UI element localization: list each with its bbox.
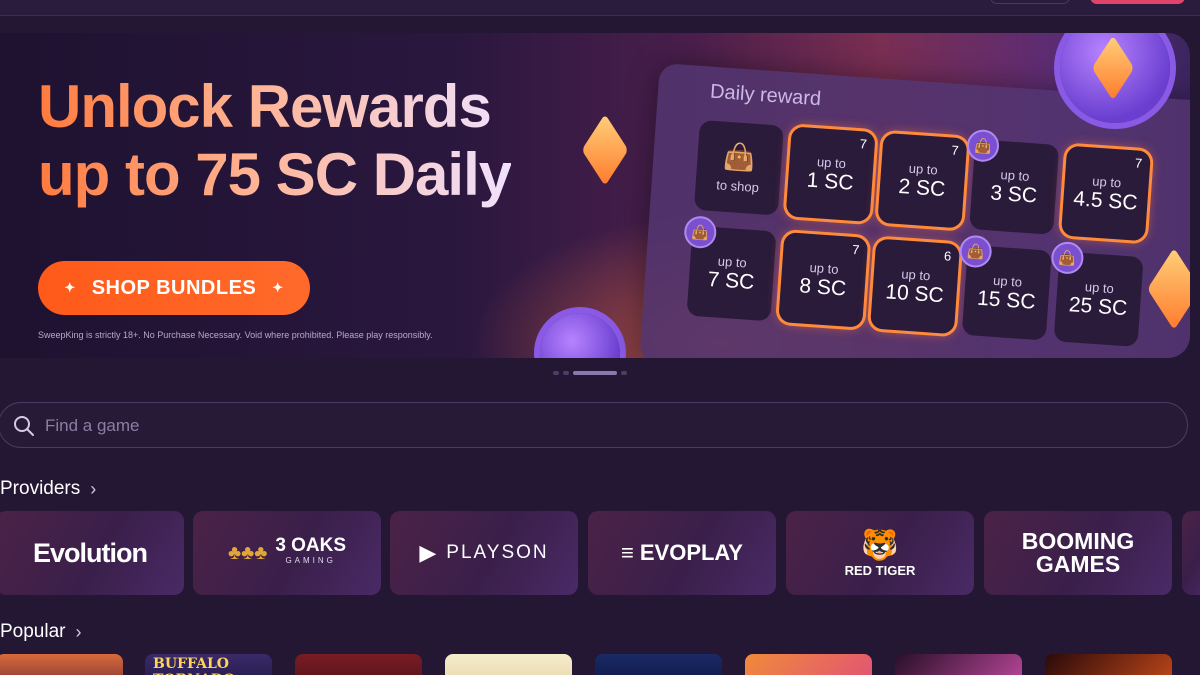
provider-card-evoplay[interactable]: ≡ EVOPLAY — [588, 511, 776, 595]
3-oaks-gaming: GAMING — [285, 556, 336, 565]
reward-tile[interactable]: 7 up to 8 SC — [778, 232, 869, 328]
shopping-bag-icon: 👜 — [722, 140, 757, 173]
carousel-dot[interactable] — [563, 371, 569, 375]
3-oaks-name: 3 OAKS — [275, 535, 347, 556]
game-tile[interactable] — [895, 654, 1022, 675]
reward-tile[interactable]: 👜 up to 15 SC — [958, 234, 1052, 341]
3-oaks-wordmark: 3 OAKS GAMING — [275, 535, 347, 568]
reward-amount: 10 SC — [884, 279, 945, 307]
shopping-bag-icon: 👜 — [958, 234, 993, 269]
reward-amount: 2 SC — [897, 174, 947, 201]
carousel-dot-active[interactable] — [573, 371, 617, 375]
popular-heading[interactable]: Popular › — [0, 621, 82, 643]
reward-amount: 25 SC — [1068, 292, 1129, 320]
reward-count: 7 — [859, 136, 868, 152]
reward-amount: 3 SC — [989, 180, 1038, 208]
reward-tile[interactable]: 6 up to 10 SC — [870, 238, 961, 335]
game-tile[interactable] — [445, 654, 572, 675]
sparkle-icon: ✦ — [272, 280, 284, 295]
reward-amount: 1 SC — [806, 168, 855, 195]
reward-tile[interactable]: 7 up to 4.5 SC — [1060, 145, 1152, 242]
reward-count: 7 — [950, 142, 960, 159]
promo-banner[interactable]: Unlock Rewards up to 75 SC Daily ✦ SHOP … — [0, 33, 1190, 358]
header-primary-button[interactable] — [1090, 0, 1185, 4]
red-tiger-logo: 🐯 RED TIGER — [845, 528, 916, 578]
provider-card-evolution[interactable]: Evolution — [0, 511, 184, 595]
chevron-right-icon[interactable]: › — [76, 622, 82, 643]
3-oaks-logo: ♣♣♣ 3 OAKS GAMING — [227, 535, 347, 568]
legal-disclaimer: SweepKing is strictly 18+. No Purchase N… — [38, 330, 433, 340]
to-shop-label: to shop — [715, 177, 760, 196]
provider-card-partial[interactable] — [1182, 511, 1200, 595]
games-word: GAMES — [1035, 551, 1121, 577]
reward-count: 7 — [851, 241, 860, 258]
game-title: BUFFALO TORNADO — [153, 656, 235, 675]
reward-count: 7 — [1134, 155, 1143, 171]
shopping-bag-icon: 👜 — [1050, 240, 1085, 275]
game-tile[interactable] — [1045, 654, 1172, 675]
playson-play-icon: ▶ — [419, 540, 437, 565]
reward-count: 6 — [943, 248, 952, 264]
reward-tile-shop[interactable]: 👜 to shop — [693, 119, 784, 216]
header-secondary-button[interactable] — [990, 0, 1070, 4]
provider-card-playson[interactable]: ▶ PLAYSON — [390, 511, 578, 595]
reward-tile[interactable]: 👜 up to 7 SC — [683, 215, 777, 322]
providers-title: Providers — [0, 478, 81, 499]
game-tile[interactable] — [745, 654, 872, 675]
shop-bundles-label: SHOP BUNDLES — [91, 276, 257, 299]
shopping-bag-icon: 👜 — [965, 128, 1001, 163]
popular-title: Popular — [0, 621, 66, 642]
banner-headline: Unlock Rewards up to 75 SC Daily — [38, 73, 512, 209]
booming-word: BOOMING — [1021, 528, 1135, 554]
reward-tile[interactable]: 👜 up to 25 SC — [1050, 240, 1144, 347]
reward-amount: 4.5 SC — [1072, 186, 1139, 215]
playson-logo: PLAYSON — [446, 542, 549, 563]
shopping-bag-icon: 👜 — [683, 215, 718, 250]
red-tiger-name: RED TIGER — [844, 563, 916, 578]
booming-games-logo: BOOMING GAMES — [1022, 530, 1134, 576]
reward-tile[interactable]: 7 up to 2 SC — [877, 132, 968, 229]
reward-tile[interactable]: 👜 up to 3 SC — [965, 128, 1060, 235]
diamond-icon — [581, 113, 629, 187]
provider-card-booming-games[interactable]: BOOMING GAMES — [984, 511, 1172, 595]
evoplay-mark-icon: ≡ — [621, 540, 634, 565]
search-input[interactable] — [45, 411, 1145, 441]
reward-amount: 15 SC — [976, 286, 1037, 314]
providers-heading[interactable]: Providers › — [0, 478, 96, 500]
shop-bundles-button[interactable]: ✦ SHOP BUNDLES ✦ — [38, 261, 310, 315]
reward-amount: 7 SC — [706, 267, 756, 294]
search-bar[interactable] — [0, 402, 1188, 448]
carousel-dot[interactable] — [621, 371, 627, 375]
top-bar — [0, 0, 1200, 16]
carousel-indicator — [553, 371, 627, 375]
carousel-dot[interactable] — [553, 371, 559, 375]
reward-amount: 8 SC — [798, 273, 847, 301]
game-tile[interactable]: BUFFALO TORNADO — [145, 654, 272, 675]
sparkle-icon: ✦ — [64, 280, 76, 295]
game-tile[interactable] — [295, 654, 422, 675]
provider-card-3-oaks[interactable]: ♣♣♣ 3 OAKS GAMING — [193, 511, 381, 595]
chevron-right-icon[interactable]: › — [90, 479, 96, 500]
evoplay-logo: EVOPLAY — [639, 540, 743, 565]
provider-card-red-tiger[interactable]: 🐯 RED TIGER — [786, 511, 974, 595]
evolution-logo: Evolution — [33, 537, 148, 568]
daily-reward-title: Daily reward — [709, 80, 822, 111]
game-tile[interactable] — [0, 654, 123, 675]
search-icon — [14, 416, 34, 436]
headline-line-1: Unlock Rewards — [38, 73, 511, 141]
tiger-head-icon: 🐯 — [861, 529, 899, 562]
headline-line-2: up to 75 SC Daily — [38, 141, 512, 208]
reward-tile[interactable]: 7 up to 1 SC — [785, 126, 876, 222]
game-tile[interactable] — [595, 654, 722, 675]
oak-leaves-icon: ♣♣♣ — [227, 541, 268, 564]
